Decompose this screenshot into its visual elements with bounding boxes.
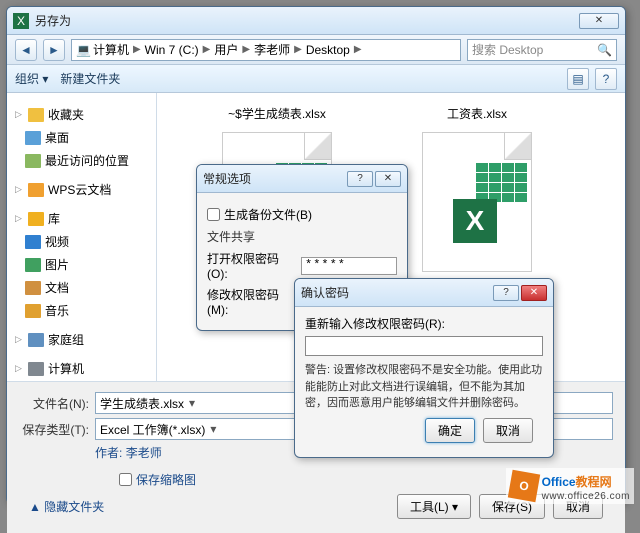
titlebar: X 另存为 ✕ <box>7 7 625 35</box>
watermark-logo-icon: O <box>507 470 539 502</box>
sidebar-item-pictures[interactable]: 图片 <box>7 253 156 276</box>
confirm-password-input[interactable] <box>305 336 543 356</box>
forward-button[interactable]: ► <box>43 39 65 61</box>
backup-checkbox[interactable] <box>207 208 220 221</box>
organize-button[interactable]: 组织 ▾ <box>15 70 48 87</box>
tools-button[interactable]: 工具(L) ▾ <box>397 494 471 519</box>
backup-label: 生成备份文件(B) <box>224 206 312 223</box>
help-button[interactable]: ? <box>493 285 519 301</box>
open-password-label: 打开权限密码(O): <box>207 250 297 281</box>
sidebar-item-desktop[interactable]: 桌面 <box>7 126 156 149</box>
hide-folders-link[interactable]: ▲ 隐藏文件夹 <box>29 498 104 515</box>
view-button[interactable]: ▤ <box>567 68 589 90</box>
file-name: 工资表.xlsx <box>447 105 507 122</box>
search-icon: 🔍 <box>597 43 612 57</box>
sidebar: ▷收藏夹 桌面 最近访问的位置 ▷WPS云文档 ▷库 视频 图片 文档 音乐 ▷… <box>7 93 157 381</box>
sidebar-favorites[interactable]: ▷收藏夹 <box>7 103 156 126</box>
window-title: 另存为 <box>35 12 579 29</box>
close-button[interactable]: ✕ <box>521 285 547 301</box>
share-section-label: 文件共享 <box>207 228 397 245</box>
sidebar-homegroup[interactable]: ▷家庭组 <box>7 328 156 351</box>
sidebar-wps[interactable]: ▷WPS云文档 <box>7 178 156 201</box>
back-button[interactable]: ◄ <box>15 39 37 61</box>
svg-text:X: X <box>17 14 25 28</box>
close-button[interactable]: ✕ <box>375 171 401 187</box>
breadcrumb-seg[interactable]: 计算机 <box>93 41 129 58</box>
toolbar: 组织 ▾ 新建文件夹 ▤ ? <box>7 65 625 93</box>
help-button[interactable]: ? <box>347 171 373 187</box>
modify-password-label: 修改权限密码(M): <box>207 286 297 317</box>
breadcrumb-seg[interactable]: Win 7 (C:) <box>145 43 199 57</box>
file-thumb: X <box>422 132 532 272</box>
newfolder-button[interactable]: 新建文件夹 <box>60 70 120 87</box>
address-bar[interactable]: 💻 计算机▶ Win 7 (C:)▶ 用户▶ 李老师▶ Desktop▶ <box>71 39 461 61</box>
breadcrumb-seg[interactable]: 李老师 <box>254 41 290 58</box>
sidebar-item-documents[interactable]: 文档 <box>7 276 156 299</box>
filetype-label: 保存类型(T): <box>19 421 89 438</box>
sidebar-computer[interactable]: ▷计算机 <box>7 357 156 380</box>
confirm-prompt: 重新输入修改权限密码(R): <box>305 315 543 332</box>
sidebar-item-recent[interactable]: 最近访问的位置 <box>7 149 156 172</box>
sidebar-libraries[interactable]: ▷库 <box>7 207 156 230</box>
breadcrumb-seg[interactable]: 用户 <box>214 41 238 58</box>
search-input[interactable]: 搜索 Desktop 🔍 <box>467 39 617 61</box>
dialog-title: 常规选项 <box>203 170 347 187</box>
sidebar-item-music[interactable]: 音乐 <box>7 299 156 322</box>
open-password-input[interactable]: ***** <box>301 257 397 275</box>
app-icon: X <box>13 13 29 29</box>
close-button[interactable]: ✕ <box>579 13 619 29</box>
excel-icon: X <box>453 199 497 243</box>
help-button[interactable]: ? <box>595 68 617 90</box>
cancel-button[interactable]: 取消 <box>483 418 533 443</box>
dialog-title: 确认密码 <box>301 284 493 301</box>
thumbnail-checkbox[interactable] <box>119 473 132 486</box>
warning-text: 警告: 设置修改权限密码不是安全功能。使用此功能能防止对此文档进行误编辑，但不能… <box>305 362 543 412</box>
file-name: ~$学生成绩表.xlsx <box>228 105 326 122</box>
filename-label: 文件名(N): <box>19 395 89 412</box>
watermark: O Office教程网 www.office26.com <box>506 468 634 504</box>
ok-button[interactable]: 确定 <box>425 418 475 443</box>
sidebar-item-video[interactable]: 视频 <box>7 230 156 253</box>
author-label: 作者: <box>95 446 122 460</box>
author-value[interactable]: 李老师 <box>126 446 162 460</box>
search-placeholder: 搜索 Desktop <box>472 41 543 58</box>
breadcrumb-seg[interactable]: Desktop <box>306 43 350 57</box>
confirm-password-dialog: 确认密码 ? ✕ 重新输入修改权限密码(R): 警告: 设置修改权限密码不是安全… <box>294 278 554 458</box>
thumbnail-label: 保存缩略图 <box>136 471 196 488</box>
nav-row: ◄ ► 💻 计算机▶ Win 7 (C:)▶ 用户▶ 李老师▶ Desktop▶… <box>7 35 625 65</box>
